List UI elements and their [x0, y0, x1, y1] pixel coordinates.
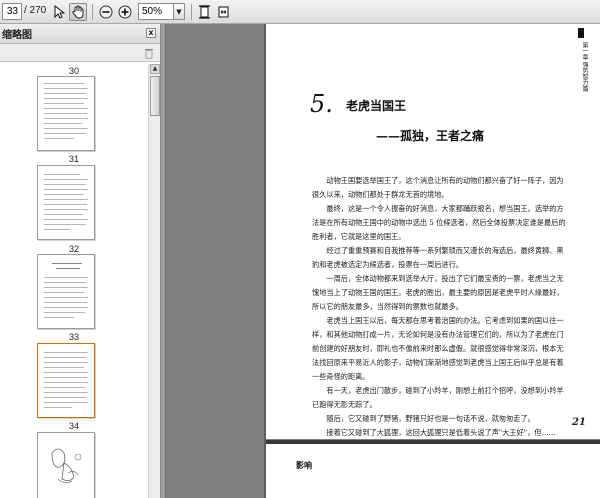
document-view[interactable]: 第一章 强势智力篇 5. 老虎当国王 ——孤独，王者之痛 动物王国要选举国王了，… — [161, 24, 600, 498]
panel-title: 缩略图 — [2, 30, 32, 41]
thumbnail-page[interactable] — [37, 76, 95, 151]
fit-width-button[interactable] — [214, 3, 232, 21]
thumbnail-page-current[interactable] — [37, 343, 95, 418]
thumbnail-label: 34 — [68, 421, 79, 431]
panel-splitter[interactable] — [161, 24, 166, 498]
select-tool-button[interactable] — [50, 3, 68, 21]
scroll-up-arrow-icon[interactable]: ▲ — [150, 64, 160, 74]
chapter-title: 老虎当国王 — [346, 99, 407, 113]
thumbnail-scrollbar[interactable]: ▲ — [148, 64, 160, 498]
next-page-heading: 影响 — [296, 460, 312, 470]
running-head: 第一章 强势智力篇 — [581, 42, 588, 92]
zoom-dropdown-button[interactable]: ▼ — [174, 3, 185, 20]
close-icon: x — [148, 28, 154, 37]
toolbar: / 270 ▼ — [0, 0, 600, 24]
paragraph: 动物王国要选举国王了，这个消息让所有的动物们都兴奋了好一阵子，因为很久以来，动物… — [312, 176, 564, 199]
paragraph: 一周后，全体动物都来到选举大厅，投出了它们最宝贵的一票，老虎当之无愧地当上了动物… — [312, 274, 564, 311]
pdf-page-next: 影响 — [266, 440, 600, 498]
hand-tool-button[interactable] — [69, 3, 87, 21]
body-text: 动物王国要选举国王了，这个消息让所有的动物们都兴奋了好一阵子，因为很久以来，动物… — [312, 174, 566, 440]
page-total: / 270 — [24, 5, 47, 16]
zoom-in-button[interactable] — [116, 3, 134, 21]
thumbnail-list[interactable]: 30 31 32 33 34 — [0, 64, 148, 498]
paragraph: 接着它又碰到了大狐狸，这回大狐狸只是低着头说了声"大王好"，但…… — [326, 428, 556, 437]
cursor-arrow-icon — [54, 5, 65, 19]
paragraph: 最终，这是一个令人振奋的好消息，大家都踊跃报名，想当国王。选举的方法是在所有动物… — [312, 204, 566, 241]
toolbar-separator — [92, 4, 93, 20]
minus-circle-icon — [99, 5, 113, 19]
thumbnail-label: 33 — [68, 332, 79, 342]
hand-icon — [71, 5, 83, 19]
fit-page-icon — [198, 5, 210, 19]
zoom-input[interactable] — [138, 3, 174, 20]
chevron-down-icon: ▼ — [176, 7, 182, 16]
running-head-marker — [578, 28, 584, 38]
zoom-out-button[interactable] — [97, 3, 115, 21]
panel-toolbar — [0, 44, 160, 62]
paragraph: 随后，它又碰到了野猪，野猪只好也是一句话不说，就匆匆走了。 — [326, 414, 535, 423]
thumbnail-label: 30 — [68, 66, 79, 76]
trash-icon[interactable] — [144, 47, 154, 59]
fit-width-icon — [218, 6, 228, 18]
page-number-input[interactable] — [2, 3, 22, 20]
scrollbar-thumb[interactable] — [150, 76, 160, 116]
close-panel-button[interactable]: x — [146, 28, 156, 38]
pdf-page: 第一章 强势智力篇 5. 老虎当国王 ——孤独，王者之痛 动物王国要选举国王了，… — [266, 24, 600, 439]
illustration-sketch-icon — [51, 448, 82, 483]
chapter-subtitle: ——孤独，王者之痛 — [376, 129, 485, 143]
fit-page-button[interactable] — [195, 3, 213, 21]
chapter-number: 5. — [310, 90, 333, 118]
paragraph: 经过了重重预赛和自我推荐等一系列繁琐而又漫长的海选后，最终黄狮、黑豹和老虎被选定… — [312, 246, 564, 269]
plus-circle-icon — [118, 5, 132, 19]
panel-header: 缩略图 x — [0, 24, 160, 44]
toolbar-separator — [191, 4, 192, 20]
thumbnail-page[interactable] — [37, 254, 95, 329]
thumbnail-label: 32 — [68, 244, 79, 254]
thumbnail-page[interactable] — [37, 165, 95, 240]
thumbnails-panel: 缩略图 x 30 31 32 33 34 ▲ — [0, 24, 161, 498]
thumbnail-page[interactable] — [37, 432, 95, 498]
thumbnail-label: 31 — [68, 154, 79, 164]
paragraph: 老虎当上国王以后，每天都在思考着治国的办法。它考虑到如果的国以往一样，和其他动物… — [312, 316, 564, 381]
page-number: 21 — [572, 417, 586, 428]
paragraph: 有一天，老虎出门散步，碰到了小羚羊，刚想上前打个招呼，没想到小羚羊已跑得无影无踪… — [312, 386, 564, 409]
